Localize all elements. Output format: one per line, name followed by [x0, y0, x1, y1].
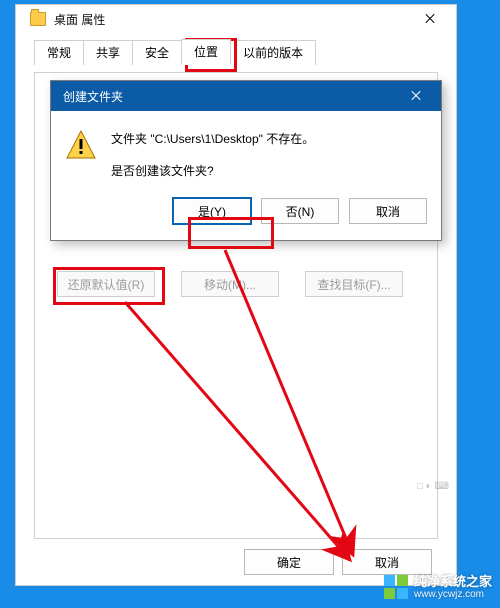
tab-sharing[interactable]: 共享: [83, 40, 133, 65]
yes-button[interactable]: 是(Y): [173, 198, 251, 224]
dialog-title: 创建文件夹: [63, 88, 397, 105]
no-button[interactable]: 否(N): [261, 198, 339, 224]
move-button[interactable]: 移动(M)...: [181, 271, 279, 297]
close-icon: [424, 13, 436, 25]
close-icon: [410, 90, 422, 102]
dialog-cancel-button[interactable]: 取消: [349, 198, 427, 224]
tab-location[interactable]: 位置: [181, 39, 231, 65]
dialog-message: 文件夹 "C:\Users\1\Desktop" 不存在。 是否创建该文件夹?: [111, 129, 314, 182]
watermark-logo-icon: [384, 575, 408, 599]
warning-icon: [65, 129, 97, 161]
watermark-url: www.ycwjz.com: [414, 589, 492, 600]
tab-strip: 常规 共享 安全 位置 以前的版本: [34, 41, 456, 65]
dialog-close-button[interactable]: [397, 83, 435, 109]
ok-button[interactable]: 确定: [244, 549, 334, 575]
find-target-button[interactable]: 查找目标(F)...: [305, 271, 403, 297]
watermark: 纯净系统之家 www.ycwjz.com: [384, 575, 492, 600]
dialog-line1: 文件夹 "C:\Users\1\Desktop" 不存在。: [111, 129, 314, 151]
cancel-button[interactable]: 取消: [342, 549, 432, 575]
dialog-titlebar[interactable]: 创建文件夹: [51, 81, 441, 111]
dialog-button-row: 是(Y) 否(N) 取消: [51, 194, 441, 240]
watermark-name: 纯净系统之家: [414, 575, 492, 589]
tab-previous[interactable]: 以前的版本: [230, 40, 316, 65]
dialog-line2: 是否创建该文件夹?: [111, 161, 314, 183]
properties-titlebar[interactable]: 桌面 属性: [16, 5, 456, 33]
tab-general[interactable]: 常规: [34, 40, 84, 65]
folder-icon: [30, 12, 46, 26]
create-folder-dialog: 创建文件夹 文件夹 "C:\Users\1\Desktop" 不存在。 是否创建…: [50, 80, 442, 241]
window-close-button[interactable]: [408, 5, 452, 33]
tab-security[interactable]: 安全: [132, 40, 182, 65]
restore-default-button[interactable]: 还原默认值(R): [57, 271, 155, 297]
properties-button-row: 确定 取消: [16, 549, 456, 575]
window-title: 桌面 属性: [54, 11, 408, 28]
tray-icons: □ ◐ ⌨: [417, 481, 449, 492]
